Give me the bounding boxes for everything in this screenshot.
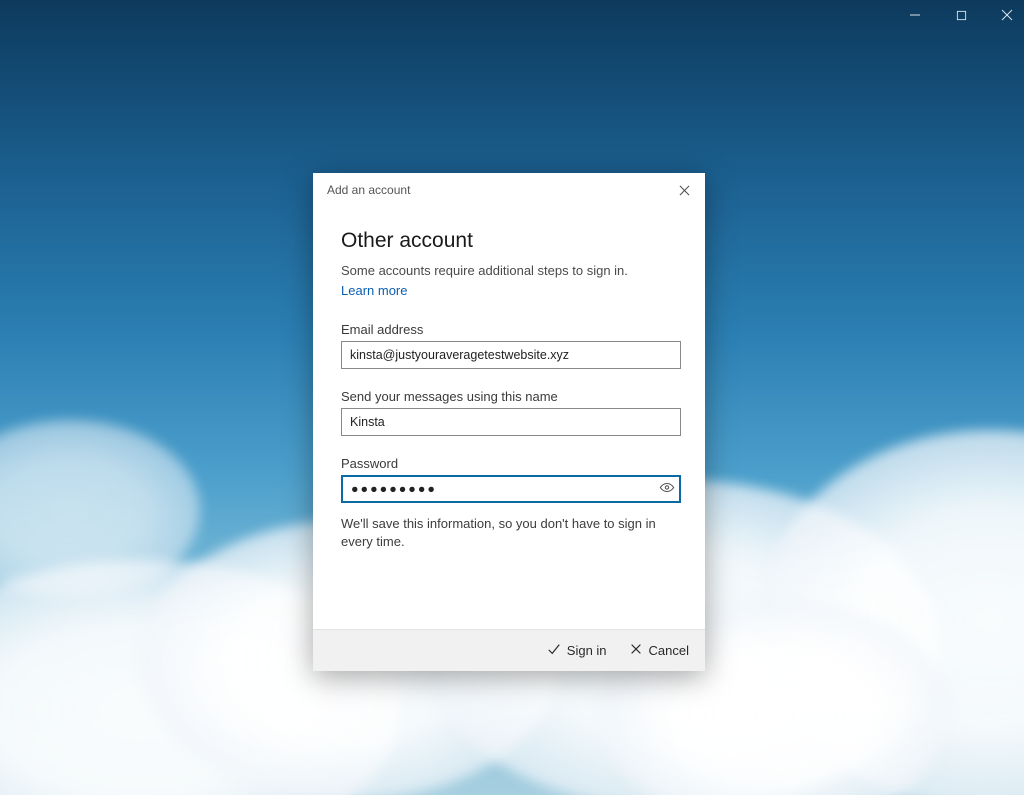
close-icon (629, 642, 643, 659)
cancel-label: Cancel (649, 643, 689, 658)
password-input[interactable] (341, 475, 681, 503)
sign-in-button[interactable]: Sign in (547, 642, 607, 659)
dialog-footer: Sign in Cancel (313, 629, 705, 671)
cancel-button[interactable]: Cancel (629, 642, 689, 659)
dialog-header-title: Add an account (327, 183, 410, 197)
sign-in-label: Sign in (567, 643, 607, 658)
save-info-hint: We'll save this information, so you don'… (341, 515, 677, 551)
dialog-heading: Other account (341, 229, 677, 253)
name-label: Send your messages using this name (341, 389, 677, 404)
check-icon (547, 642, 561, 659)
email-label: Email address (341, 322, 677, 337)
password-reveal-icon[interactable] (659, 480, 675, 499)
add-account-dialog: Add an account Other account Some accoun… (313, 173, 705, 671)
email-input[interactable] (341, 341, 681, 369)
display-name-input[interactable] (341, 408, 681, 436)
learn-more-link[interactable]: Learn more (341, 283, 407, 298)
dialog-body: Other account Some accounts require addi… (313, 207, 705, 629)
minimize-button[interactable] (906, 6, 924, 24)
dialog-header: Add an account (313, 173, 705, 207)
close-window-button[interactable] (998, 6, 1016, 24)
maximize-button[interactable] (952, 6, 970, 24)
window-controls (906, 6, 1016, 24)
password-label: Password (341, 456, 677, 471)
dialog-subtitle: Some accounts require additional steps t… (341, 263, 677, 278)
dialog-close-button[interactable] (675, 181, 693, 199)
